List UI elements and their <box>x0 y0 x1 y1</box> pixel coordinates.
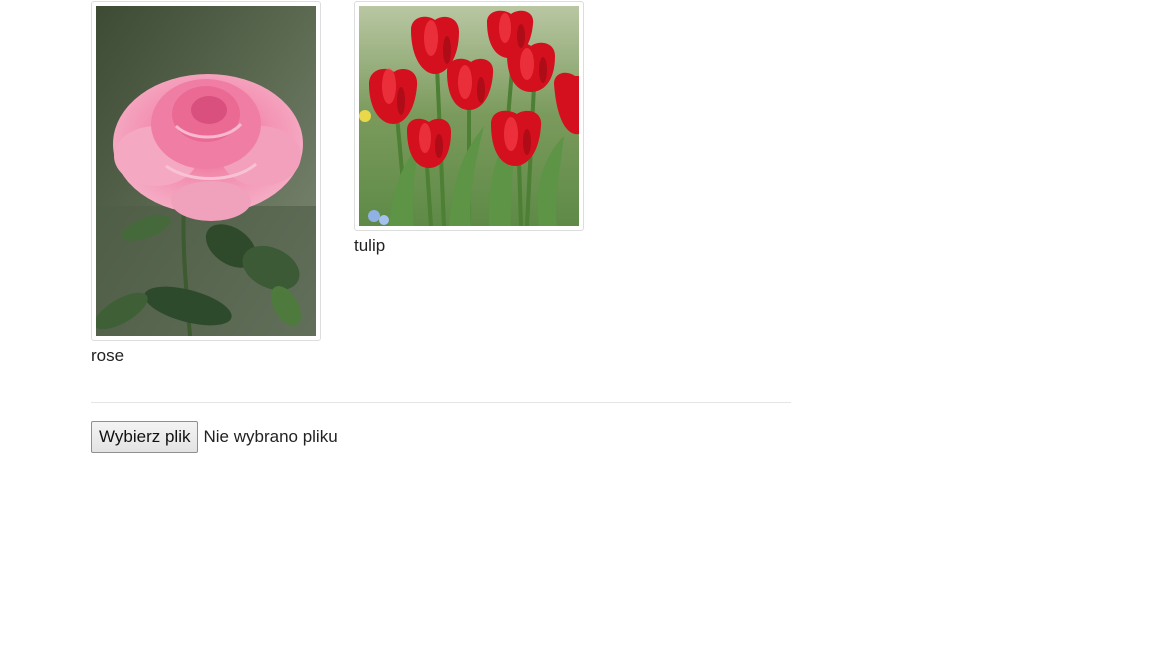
rose-photo <box>96 6 316 336</box>
file-upload: Wybierz plik Nie wybrano pliku <box>91 421 338 453</box>
gallery-item-tulip: tulip <box>354 1 584 256</box>
rose-thumbnail[interactable] <box>91 1 321 341</box>
choose-file-button[interactable]: Wybierz plik <box>91 421 199 453</box>
file-status-text: Nie wybrano pliku <box>203 427 338 446</box>
gallery-item-rose: rose <box>91 1 321 366</box>
rose-caption: rose <box>91 346 125 365</box>
tulip-photo <box>359 6 579 226</box>
tulip-thumbnail[interactable] <box>354 1 584 231</box>
section-divider <box>91 402 791 403</box>
tulip-caption: tulip <box>354 236 386 255</box>
